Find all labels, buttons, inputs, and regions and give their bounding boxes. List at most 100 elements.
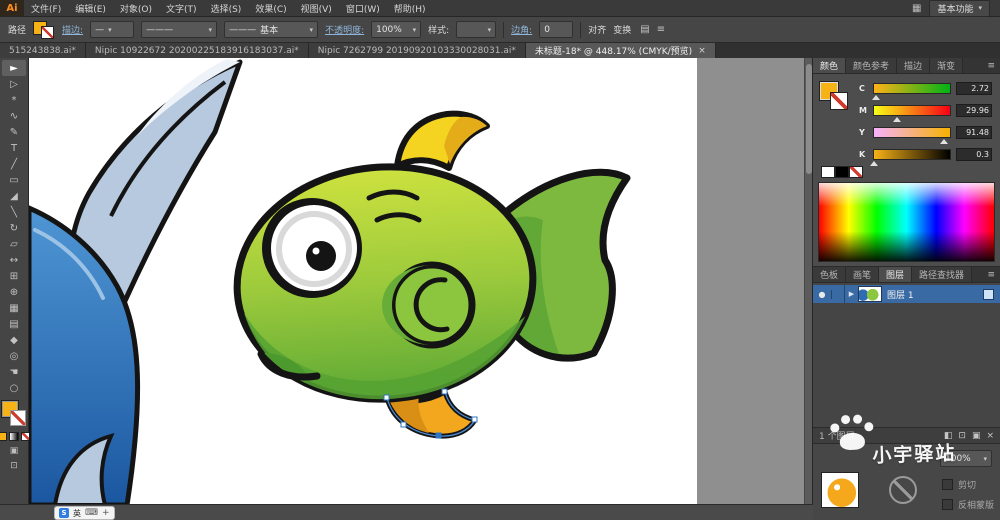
black-slider[interactable] <box>870 148 951 166</box>
blend-tool[interactable]: ◎ <box>2 348 26 364</box>
lasso-tool[interactable]: ∿ <box>2 108 26 124</box>
gradient-mode-button[interactable] <box>9 432 19 441</box>
brush-select[interactable]: ——— 基本 ▾ <box>224 21 319 38</box>
magic-wand-tool[interactable]: * <box>2 92 26 108</box>
shape-builder-tool[interactable]: ⊕ <box>2 284 26 300</box>
screen-mode-button[interactable]: ⊡ <box>10 461 18 471</box>
corner-label[interactable]: 边角: <box>511 23 532 36</box>
fill-stroke-proxy[interactable] <box>1 401 27 428</box>
canvas-area[interactable] <box>29 58 813 505</box>
workspace-switcher[interactable]: 基本功能 ▾ <box>929 0 990 17</box>
no-mask-icon[interactable] <box>889 476 917 504</box>
selection-tool[interactable]: ► <box>2 60 26 76</box>
tab-swatches[interactable]: 色板 <box>813 267 847 282</box>
color-mode-button[interactable] <box>0 432 7 441</box>
transform-link[interactable]: 变换 <box>613 23 631 36</box>
arrange-documents-icon[interactable]: ▦ <box>912 3 921 14</box>
hand-tool[interactable]: ☚ <box>2 364 26 380</box>
document-tab[interactable]: Nipic 7262799 20190920103330028031.ai* <box>308 43 526 58</box>
panel-menu-icon[interactable]: ≡ <box>982 58 1000 73</box>
draw-mode-button[interactable]: ▣ <box>10 446 19 456</box>
line-segment-tool[interactable]: ╱ <box>2 156 26 172</box>
type-tool[interactable]: T <box>2 140 26 156</box>
ime-keyboard-icon[interactable]: ⌨ <box>85 508 98 518</box>
ime-lang-indicator[interactable]: 英 <box>73 508 81 519</box>
selection-indicator[interactable] <box>983 288 994 300</box>
width-tool[interactable]: ↔ <box>2 252 26 268</box>
pen-tool[interactable]: ✎ <box>2 124 26 140</box>
ime-toolbar[interactable]: S 英 ⌨ + <box>54 506 115 520</box>
opacity-select[interactable]: 100% ▾ <box>940 450 992 467</box>
fill-stroke-proxy[interactable] <box>33 20 55 39</box>
stroke-weight-select[interactable]: — ▾ <box>90 21 135 38</box>
visibility-eye-icon[interactable]: ● <box>813 289 832 299</box>
menu-file[interactable]: 文件(F) <box>24 0 68 16</box>
invert-mask-checkbox[interactable] <box>941 499 953 510</box>
opacity-panel-link[interactable]: 不透明度: <box>325 23 364 36</box>
cyan-slider[interactable] <box>872 82 951 100</box>
menu-window[interactable]: 窗口(W) <box>339 0 387 16</box>
close-icon[interactable]: × <box>698 46 706 56</box>
invert-mask-option[interactable]: 反相蒙版 <box>941 498 994 511</box>
menu-help[interactable]: 帮助(H) <box>387 0 433 16</box>
document-tab-active[interactable]: 未标题-18* @ 448.17% (CMYK/预览) × <box>525 43 716 58</box>
menu-object[interactable]: 对象(O) <box>113 0 159 16</box>
pencil-tool[interactable]: ╲ <box>2 204 26 220</box>
slider-handle[interactable] <box>872 91 881 100</box>
lock-cell[interactable] <box>832 285 845 303</box>
menu-edit[interactable]: 编辑(E) <box>68 0 113 16</box>
yellow-slider[interactable] <box>873 126 951 144</box>
options-menu-icon[interactable]: ≡ <box>657 24 665 35</box>
tab-pathfinder[interactable]: 路径查找器 <box>912 267 973 282</box>
tab-stroke[interactable]: 描边 <box>897 58 931 73</box>
scale-tool[interactable]: ▱ <box>2 236 26 252</box>
fill-stroke-proxy[interactable] <box>820 82 850 112</box>
delete-layer-icon[interactable]: × <box>986 431 994 441</box>
black-value-field[interactable]: 0.3 <box>956 147 992 161</box>
white-swatch[interactable] <box>821 166 835 178</box>
tab-brushes[interactable]: 画笔 <box>846 267 880 282</box>
menu-view[interactable]: 视图(V) <box>294 0 339 16</box>
corner-field[interactable]: 0 <box>539 21 574 38</box>
clip-checkbox[interactable] <box>941 479 953 490</box>
disclosure-triangle-icon[interactable]: ▶ <box>845 290 858 298</box>
magenta-value-field[interactable]: 29.96 <box>956 103 992 117</box>
clip-option[interactable]: 剪切 <box>941 478 994 491</box>
blue-fish[interactable] <box>29 59 243 505</box>
width-profile-select[interactable]: ——— ▾ <box>141 21 218 38</box>
slider-handle[interactable] <box>870 157 879 166</box>
artboard-artwork[interactable] <box>29 58 697 505</box>
menu-effect[interactable]: 效果(C) <box>248 0 293 16</box>
stroke-panel-link[interactable]: 描边: <box>62 23 83 36</box>
menu-type[interactable]: 文字(T) <box>159 0 204 16</box>
app-logo[interactable]: Ai <box>0 0 24 16</box>
layer-row[interactable]: ● ▶ 图层 1 <box>813 285 1000 303</box>
mesh-tool[interactable]: ▦ <box>2 300 26 316</box>
slider-handle[interactable] <box>892 113 901 122</box>
tab-gradient[interactable]: 渐变 <box>930 58 964 73</box>
align-panel-icon[interactable]: ▤ <box>640 24 649 35</box>
stroke-swatch[interactable] <box>41 26 55 39</box>
layer-name[interactable]: 图层 1 <box>887 288 983 301</box>
black-swatch[interactable] <box>835 166 849 178</box>
magenta-slider[interactable] <box>873 104 951 122</box>
document-tab[interactable]: Nipic 10922672 20200225183916183037.ai* <box>85 43 309 58</box>
stroke-swatch[interactable] <box>10 410 26 426</box>
style-select[interactable]: ▾ <box>456 21 497 38</box>
object-thumbnail[interactable] <box>821 472 859 508</box>
tab-color[interactable]: 颜色 <box>813 58 847 73</box>
align-link[interactable]: 对齐 <box>588 23 606 36</box>
sogou-icon[interactable]: S <box>59 508 69 518</box>
make-clip-mask-icon[interactable]: ◧ <box>944 431 953 441</box>
eyedropper-tool[interactable]: ◆ <box>2 332 26 348</box>
rotate-tool[interactable]: ↻ <box>2 220 26 236</box>
cyan-value-field[interactable]: 2.72 <box>956 81 992 95</box>
none-swatch[interactable] <box>849 166 863 178</box>
yellow-value-field[interactable]: 91.48 <box>956 125 992 139</box>
green-fish[interactable] <box>229 110 631 439</box>
direct-selection-tool[interactable]: ▷ <box>2 76 26 92</box>
rectangle-tool[interactable]: ▭ <box>2 172 26 188</box>
document-tab[interactable]: 515243838.ai* <box>0 43 86 58</box>
panel-menu-icon[interactable]: ≡ <box>982 267 1000 282</box>
gradient-tool[interactable]: ▤ <box>2 316 26 332</box>
